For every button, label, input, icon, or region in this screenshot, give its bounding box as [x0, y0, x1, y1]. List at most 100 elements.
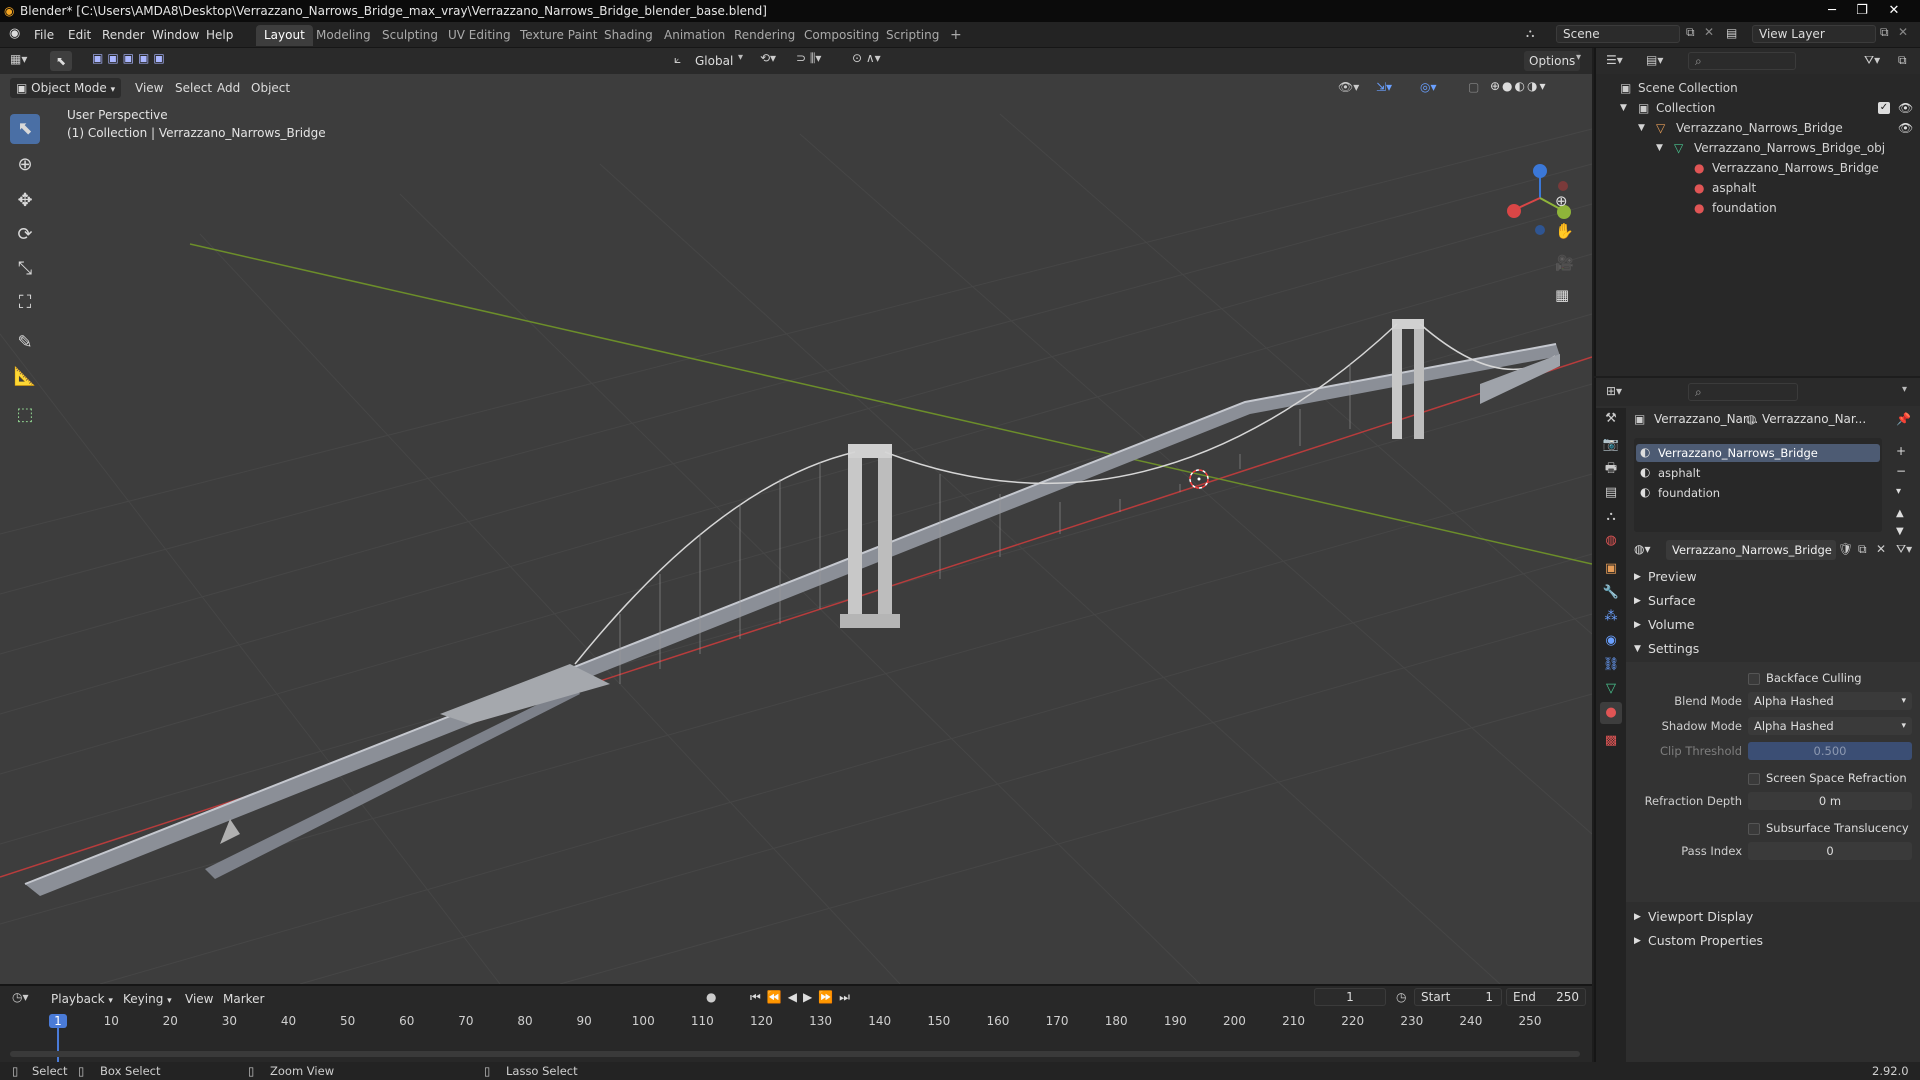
snap-icon[interactable]: ⊃ ⫼▾ [796, 51, 821, 66]
new-scene-icon[interactable]: ⧉ [1686, 25, 1695, 40]
pass-index-field[interactable]: 0 [1748, 842, 1912, 860]
panel-volume[interactable]: ▶ Volume [1626, 614, 1920, 636]
options-dropdown[interactable]: Options [1524, 51, 1581, 71]
output-tab-icon[interactable]: 🖶 [1600, 458, 1622, 480]
menu-render[interactable]: Render [96, 26, 151, 44]
outliner-row-scene-collection[interactable]: ▣ Scene Collection [1596, 78, 1920, 98]
menu-window[interactable]: Window [146, 26, 205, 44]
shadow-mode-dropdown[interactable]: Alpha Hashed ▾ [1748, 717, 1912, 735]
eye-icon[interactable]: 👁 [1898, 98, 1913, 118]
panel-custom-properties[interactable]: ▶ Custom Properties [1626, 930, 1920, 952]
menu-help[interactable]: Help [200, 26, 239, 44]
blend-mode-dropdown[interactable]: Alpha Hashed ▾ [1748, 692, 1912, 710]
xray-icon[interactable]: ▢ [1468, 80, 1479, 94]
outliner-editor-icon[interactable]: ☰▾ [1606, 53, 1623, 67]
object-tab-icon[interactable]: ▣ [1600, 558, 1622, 580]
move-slot-up-icon[interactable]: ▲ [1896, 508, 1904, 519]
texture-tab-icon[interactable]: ▩ [1600, 730, 1622, 752]
selection-mode-icons[interactable]: ▣▣▣▣▣ [92, 51, 169, 65]
pan-hand-icon[interactable]: ✋ [1555, 222, 1574, 240]
panel-viewport-display[interactable]: ▶ Viewport Display [1626, 906, 1920, 928]
tab-modeling[interactable]: Modeling [308, 25, 379, 46]
screen-space-refraction-checkbox[interactable] [1748, 773, 1760, 785]
select-tool-icon[interactable]: ⬉ [50, 51, 72, 71]
properties-editor-icon[interactable]: ⊞▾ [1606, 384, 1622, 398]
remove-slot-icon[interactable]: − [1896, 464, 1906, 478]
collection-checkbox[interactable]: ✓ [1878, 102, 1890, 114]
scene-field[interactable]: Scene [1556, 25, 1680, 43]
chevron-down-icon[interactable]: ▾ [1902, 384, 1907, 395]
tool-tab-icon[interactable]: ⚒ [1600, 408, 1622, 430]
pin-icon[interactable]: 📌 [1896, 412, 1911, 426]
3d-viewport[interactable]: ▣ Object Mode ▾ View Select Add Object 👁… [0, 74, 1592, 984]
close-icon[interactable]: ✕ [1880, 0, 1908, 22]
transform-orientation-dropdown[interactable]: Global [690, 51, 738, 71]
material-tab-icon[interactable]: ● [1600, 702, 1622, 724]
zoom-icon[interactable]: ⊕ [1555, 192, 1568, 210]
eye-icon[interactable]: 👁 [1898, 118, 1913, 138]
viewport-menu-object[interactable]: Object [246, 78, 295, 98]
select-box-tool-icon[interactable]: ⬉ [10, 114, 40, 144]
data-tab-icon[interactable]: ▽ [1600, 678, 1622, 700]
mode-dropdown[interactable]: ▣ Object Mode ▾ [10, 78, 122, 98]
particles-tab-icon[interactable]: ⁂ [1600, 606, 1622, 628]
slot-specials-icon[interactable]: ▾ [1896, 486, 1901, 497]
tab-animation[interactable]: Animation [656, 25, 733, 46]
tab-layout[interactable]: Layout [256, 25, 313, 46]
outliner-search-input[interactable]: ⌕ [1688, 52, 1796, 70]
viewport-menu-add[interactable]: Add [212, 78, 245, 98]
timeline-scrollbar[interactable] [10, 1051, 1580, 1057]
camera-icon[interactable]: 🎥 [1555, 254, 1574, 272]
overlay-toggle-icon[interactable]: ◎▾ [1420, 80, 1437, 94]
properties-search-input[interactable]: ⌕ [1688, 383, 1798, 401]
menu-edit[interactable]: Edit [62, 26, 97, 44]
new-collection-icon[interactable]: ⧉ [1898, 53, 1907, 68]
tab-uv-editing[interactable]: UV Editing [440, 25, 519, 46]
add-slot-icon[interactable]: + [1896, 444, 1906, 458]
move-slot-down-icon[interactable]: ▼ [1896, 526, 1904, 537]
expand-arrow-icon[interactable]: ▼ [1638, 118, 1645, 138]
physics-tab-icon[interactable]: ◉ [1600, 630, 1622, 652]
add-workspace-icon[interactable]: + [942, 25, 970, 46]
expand-arrow-icon[interactable]: ▼ [1656, 138, 1663, 158]
panel-surface[interactable]: ▶ Surface [1626, 590, 1920, 612]
proportional-edit-icon[interactable]: ⊙ ∧▾ [852, 51, 881, 65]
move-tool-icon[interactable]: ✥ [10, 186, 40, 216]
fake-user-shield-icon[interactable]: 🛡 [1838, 542, 1853, 556]
material-slot-item[interactable]: ◐ foundation [1636, 484, 1880, 502]
browse-material-icon[interactable]: ◍▾ [1634, 542, 1651, 556]
viewport-menu-view[interactable]: View [130, 78, 168, 98]
constraints-tab-icon[interactable]: ⛓ [1600, 654, 1622, 676]
filter-icon[interactable]: ⛛▾ [1864, 53, 1880, 68]
material-slot-item[interactable]: ◐ asphalt [1636, 464, 1880, 482]
cursor-tool-icon[interactable]: ⊕ [10, 150, 40, 180]
panel-preview[interactable]: ▶ Preview [1626, 566, 1920, 588]
minimize-icon[interactable]: ─ [1818, 0, 1846, 22]
view-layer-field[interactable]: View Layer [1752, 25, 1876, 43]
menu-file[interactable]: File [28, 26, 60, 44]
scale-tool-icon[interactable]: ⤡ [10, 254, 40, 284]
tab-texture-paint[interactable]: Texture Paint [512, 25, 605, 46]
outliner-row-material-bridge[interactable]: ● Verrazzano_Narrows_Bridge [1596, 158, 1920, 178]
expand-arrow-icon[interactable]: ▼ [1620, 98, 1627, 118]
tab-sculpting[interactable]: Sculpting [374, 25, 446, 46]
panel-settings[interactable]: ▼ Settings [1626, 638, 1920, 660]
refraction-depth-field[interactable]: 0 m [1748, 792, 1912, 810]
outliner-row-mesh-data[interactable]: ▼ ▽ Verrazzano_Narrows_Bridge_obj [1596, 138, 1920, 158]
delete-view-layer-icon[interactable]: ✕ [1898, 25, 1908, 39]
outliner-row-material-asphalt[interactable]: ● asphalt [1596, 178, 1920, 198]
clip-threshold-slider[interactable]: 0.500 [1748, 742, 1912, 760]
scene-tab-icon[interactable]: ⛬ [1600, 506, 1622, 528]
material-name-field[interactable]: Verrazzano_Narrows_Bridge [1666, 540, 1836, 560]
outliner-row-bridge-object[interactable]: ▼ ▽ Verrazzano_Narrows_Bridge 👁 [1596, 118, 1920, 138]
blender-menu-icon[interactable]: ◉ [9, 26, 20, 41]
delete-scene-icon[interactable]: ✕ [1704, 25, 1714, 39]
tab-rendering[interactable]: Rendering [726, 25, 803, 46]
rotate-tool-icon[interactable]: ⟳ [10, 220, 40, 250]
gizmo-toggle-icon[interactable]: ⇲▾ [1376, 80, 1392, 94]
scene-icon[interactable]: ⛬ [1526, 26, 1534, 41]
transform-tool-icon[interactable]: ⛶ [10, 288, 40, 318]
shading-mode-icons[interactable]: ⊕●◐◑▾ [1490, 79, 1548, 93]
add-cube-tool-icon[interactable]: ⬚ [10, 400, 40, 430]
pivot-point-icon[interactable]: ⟲▾ [760, 51, 776, 65]
